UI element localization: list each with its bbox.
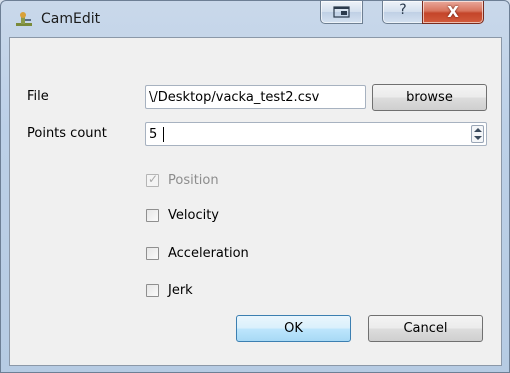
camedit-window: CamEdit ? X File \/Desktop/vacka_test2.c… — [0, 0, 510, 373]
spin-buttons[interactable] — [471, 125, 484, 143]
close-button[interactable]: X — [422, 1, 484, 24]
camedit-app-icon — [16, 12, 32, 26]
help-button[interactable]: ? — [382, 1, 424, 24]
checkmark-icon: ✓ — [148, 172, 159, 186]
points-count-value: 5 — [149, 127, 158, 142]
points-count-label: Points count — [27, 126, 107, 141]
acceleration-checkbox[interactable] — [146, 247, 159, 260]
spin-up-icon[interactable] — [474, 128, 482, 132]
window-title: CamEdit — [41, 11, 101, 27]
velocity-label[interactable]: Velocity — [168, 208, 219, 223]
velocity-checkbox[interactable] — [146, 209, 159, 222]
file-label: File — [27, 89, 49, 104]
help-icon: ? — [399, 2, 407, 18]
close-icon: X — [447, 3, 459, 21]
position-checkbox: ✓ — [146, 172, 159, 187]
text-caret — [163, 127, 164, 142]
title-bar[interactable]: CamEdit ? X — [1, 1, 509, 37]
ok-button[interactable]: OK — [236, 315, 351, 342]
acceleration-label[interactable]: Acceleration — [168, 246, 249, 261]
file-path-value: \/Desktop/vacka_test2.csv — [149, 90, 320, 105]
restore-button[interactable] — [320, 1, 363, 24]
browse-button[interactable]: browse — [372, 84, 487, 111]
file-path-input[interactable]: \/Desktop/vacka_test2.csv — [145, 85, 366, 109]
points-count-spinbox[interactable]: 5 — [145, 122, 487, 146]
dialog-body: File \/Desktop/vacka_test2.csv browse Po… — [9, 37, 502, 366]
jerk-label[interactable]: Jerk — [168, 283, 193, 298]
position-label: Position — [168, 173, 219, 188]
restore-icon — [333, 6, 350, 18]
cancel-button[interactable]: Cancel — [368, 315, 483, 342]
jerk-checkbox[interactable] — [146, 284, 159, 297]
spin-down-icon[interactable] — [474, 136, 482, 140]
